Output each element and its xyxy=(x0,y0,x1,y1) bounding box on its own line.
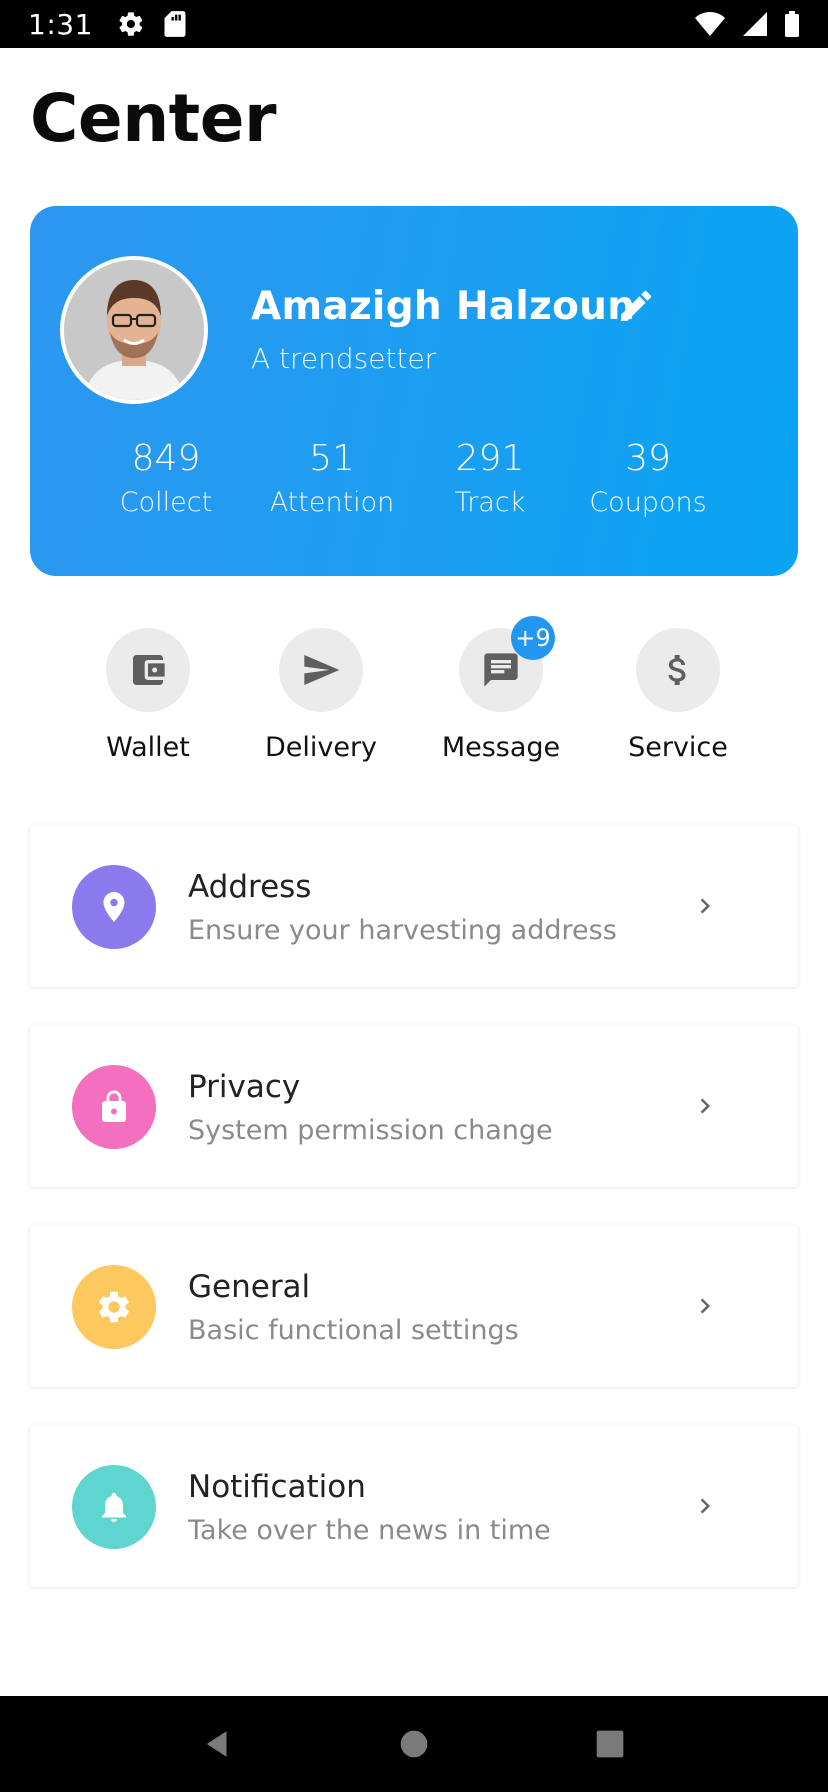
action-label: Delivery xyxy=(264,732,378,763)
settings-item-address[interactable]: Address Ensure your harvesting address xyxy=(30,825,798,987)
avatar[interactable] xyxy=(60,256,208,404)
status-time: 1:31 xyxy=(28,7,93,41)
stat-value: 51 xyxy=(309,438,355,479)
bell-icon xyxy=(102,1492,126,1522)
message-icon xyxy=(484,653,518,687)
delivery-button[interactable]: Delivery xyxy=(236,628,406,763)
settings-item-notification[interactable]: Notification Take over the news in time xyxy=(30,1425,798,1587)
stat-value: 291 xyxy=(455,438,525,479)
stat-track[interactable]: 291 Track xyxy=(410,438,570,518)
stat-value: 849 xyxy=(131,438,201,479)
action-circle: +9 xyxy=(459,616,555,712)
item-subtitle: Ensure your harvesting address xyxy=(188,915,617,946)
stat-coupons[interactable]: 39 Coupons xyxy=(568,438,728,518)
wifi-icon xyxy=(695,12,725,36)
stat-label: Attention xyxy=(269,487,395,518)
wallet-button[interactable]: Wallet xyxy=(63,628,233,763)
status-left-icons xyxy=(117,10,187,38)
item-icon-circle xyxy=(72,1465,156,1549)
lock-icon xyxy=(102,1090,126,1122)
user-name: Amazigh Halzoun xyxy=(251,284,636,329)
sd-card-icon xyxy=(164,11,186,37)
settings-gear-icon xyxy=(119,12,143,36)
item-subtitle: System permission change xyxy=(188,1115,553,1146)
settings-item-privacy[interactable]: Privacy System permission change xyxy=(30,1025,798,1187)
item-subtitle: Take over the news in time xyxy=(188,1515,551,1546)
action-circle xyxy=(106,628,190,712)
status-bar: 1:31 xyxy=(0,0,828,48)
quick-actions: Wallet Delivery +9 Message Service xyxy=(0,616,828,768)
user-photo xyxy=(64,260,204,400)
action-label: Wallet xyxy=(106,732,190,763)
item-title: Privacy xyxy=(188,1069,301,1105)
action-circle xyxy=(636,628,720,712)
navigation-bar xyxy=(0,1696,828,1792)
send-icon xyxy=(304,655,340,685)
action-label: Service xyxy=(628,732,728,763)
service-button[interactable]: Service xyxy=(593,628,763,763)
item-icon-circle xyxy=(72,865,156,949)
status-right-icons xyxy=(694,10,800,38)
wallet-icon xyxy=(133,655,165,685)
chevron-right-icon xyxy=(700,1298,710,1314)
user-tagline: A trendsetter xyxy=(251,342,437,375)
settings-list: Address Ensure your harvesting address P… xyxy=(30,825,798,1625)
item-title: Notification xyxy=(188,1469,366,1505)
recents-button[interactable] xyxy=(580,1714,640,1774)
stat-label: Collect xyxy=(119,487,213,518)
battery-icon xyxy=(785,11,799,37)
message-badge: +9 xyxy=(511,616,555,660)
item-title: General xyxy=(188,1269,311,1305)
profile-card: Amazigh Halzoun A trendsetter 849 Collec… xyxy=(30,206,798,576)
chevron-right-icon xyxy=(700,898,710,914)
item-icon-circle xyxy=(72,1065,156,1149)
chevron-right-icon xyxy=(700,1498,710,1514)
item-title: Address xyxy=(188,869,312,905)
screen: 1:31 Center Amazigh Halzoun A trendsette… xyxy=(0,0,828,1792)
stat-attention[interactable]: 51 Attention xyxy=(252,438,412,518)
home-circle-icon xyxy=(400,1730,428,1758)
stats-row: 849 Collect 51 Attention 291 Track 39 Co… xyxy=(30,438,798,538)
action-circle xyxy=(279,628,363,712)
edit-icon[interactable] xyxy=(616,286,656,326)
message-button[interactable]: +9 Message xyxy=(416,616,586,763)
action-label: Message xyxy=(441,732,561,763)
settings-item-general[interactable]: General Basic functional settings xyxy=(30,1225,798,1387)
stat-label: Track xyxy=(454,487,526,518)
location-pin-icon xyxy=(103,892,125,922)
page-title: Center xyxy=(30,80,277,157)
item-subtitle: Basic functional settings xyxy=(188,1315,519,1346)
stat-value: 39 xyxy=(625,438,671,479)
dollar-icon xyxy=(668,655,686,685)
item-icon-circle xyxy=(72,1265,156,1349)
back-button[interactable] xyxy=(188,1714,248,1774)
stat-collect[interactable]: 849 Collect xyxy=(86,438,246,518)
chevron-right-icon xyxy=(700,1098,710,1114)
stat-label: Coupons xyxy=(589,487,707,518)
back-triangle-icon xyxy=(206,1731,227,1757)
home-button[interactable] xyxy=(384,1714,444,1774)
recents-square-icon xyxy=(596,1730,624,1758)
cell-signal-icon xyxy=(743,12,767,36)
gear-icon xyxy=(99,1291,129,1323)
